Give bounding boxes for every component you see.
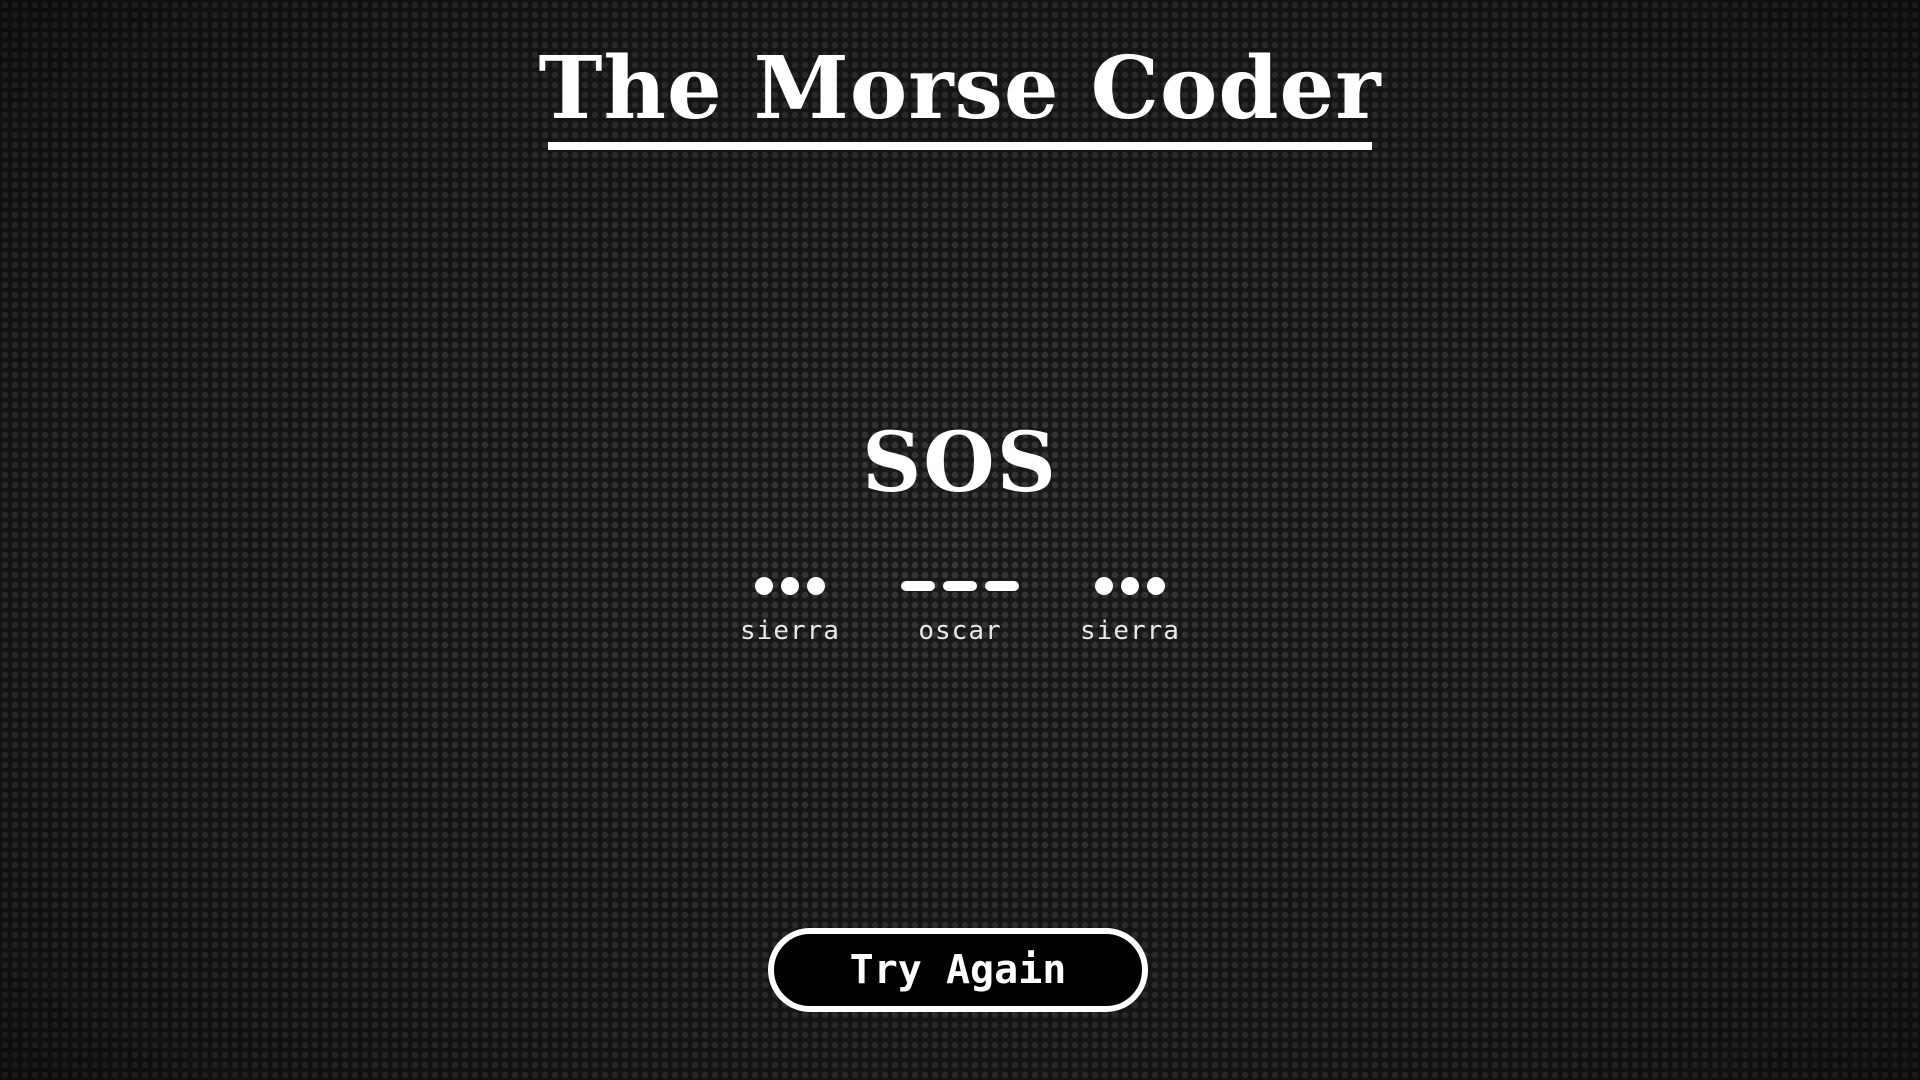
title-underline bbox=[548, 142, 1372, 150]
morse-symbols bbox=[901, 568, 1019, 604]
morse-dash bbox=[901, 581, 935, 591]
morse-dot bbox=[1095, 577, 1113, 595]
morse-dot bbox=[1147, 577, 1165, 595]
morse-dot bbox=[1121, 577, 1139, 595]
decoded-word: SOS bbox=[862, 415, 1058, 511]
try-again-button[interactable]: Try Again bbox=[768, 928, 1148, 1012]
morse-dot bbox=[755, 577, 773, 595]
page-title: The Morse Coder bbox=[538, 38, 1382, 139]
phonetic-label: sierra bbox=[1080, 616, 1180, 646]
morse-letter: oscar bbox=[895, 568, 1025, 646]
morse-dash bbox=[943, 581, 977, 591]
phonetic-label: sierra bbox=[740, 616, 840, 646]
phonetic-label: oscar bbox=[918, 616, 1002, 646]
morse-dot bbox=[781, 577, 799, 595]
morse-letter: sierra bbox=[1065, 568, 1195, 646]
page-header: The Morse Coder bbox=[0, 46, 1920, 150]
morse-symbols bbox=[755, 568, 825, 604]
morse-letter: sierra bbox=[725, 568, 855, 646]
morse-symbols bbox=[1095, 568, 1165, 604]
morse-code-display: sierra oscar sierra bbox=[0, 568, 1920, 646]
morse-dash bbox=[985, 581, 1019, 591]
background-dot-pattern bbox=[0, 0, 1920, 1080]
morse-dot bbox=[807, 577, 825, 595]
